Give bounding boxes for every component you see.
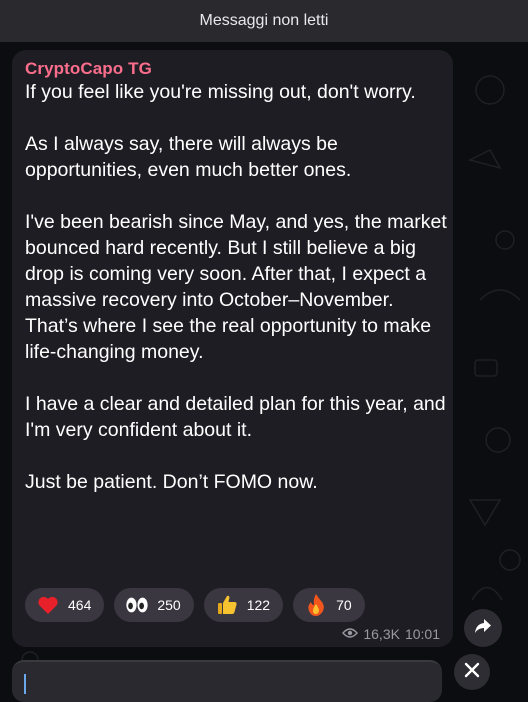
message-time: 10:01 bbox=[404, 626, 440, 642]
message-bubble[interactable]: CryptoCapo TG If you feel like you're mi… bbox=[12, 50, 453, 647]
reaction-count: 464 bbox=[68, 597, 92, 613]
sender-name[interactable]: CryptoCapo TG bbox=[25, 59, 152, 79]
pinned-message-panel[interactable] bbox=[12, 660, 442, 702]
eye-icon bbox=[342, 626, 359, 642]
reaction-thumbs-up[interactable]: 122 bbox=[203, 588, 284, 622]
message-paragraph: As I always say, there will always be op… bbox=[25, 133, 352, 181]
reaction-count: 70 bbox=[336, 597, 352, 613]
thumbs-up-icon bbox=[215, 593, 239, 617]
reaction-count: 122 bbox=[246, 597, 271, 613]
share-arrow-icon bbox=[474, 618, 492, 639]
message-paragraph: Just be patient. Don’t FOMO now. bbox=[25, 471, 318, 493]
message-paragraph: If you feel like you're missing out, don… bbox=[25, 81, 416, 103]
close-button[interactable] bbox=[454, 654, 490, 690]
unread-messages-label: Messaggi non letti bbox=[199, 12, 329, 29]
eyes-icon bbox=[125, 593, 149, 617]
heart-icon bbox=[36, 593, 60, 617]
message-paragraph: That’s where I see the real opportunity … bbox=[25, 315, 432, 363]
message-meta: 16,3K 10:01 bbox=[342, 626, 440, 642]
close-icon bbox=[464, 662, 480, 683]
reaction-heart[interactable]: 464 bbox=[25, 588, 105, 622]
pinned-accent-bar bbox=[24, 674, 26, 694]
reaction-fire[interactable]: 70 bbox=[293, 588, 365, 622]
fire-icon bbox=[304, 593, 328, 617]
reactions-bar: 464 250 122 70 bbox=[25, 588, 365, 622]
unread-messages-divider: Messaggi non letti bbox=[0, 0, 528, 42]
view-count: 16,3K bbox=[363, 626, 400, 642]
reaction-eyes[interactable]: 250 bbox=[114, 588, 194, 622]
message-paragraph: I have a clear and detailed plan for thi… bbox=[25, 393, 446, 441]
reaction-count: 250 bbox=[157, 597, 181, 613]
message-text: If you feel like you're missing out, don… bbox=[25, 79, 450, 495]
share-button[interactable] bbox=[464, 609, 502, 647]
message-paragraph: I've been bearish since May, and yes, th… bbox=[25, 211, 447, 311]
